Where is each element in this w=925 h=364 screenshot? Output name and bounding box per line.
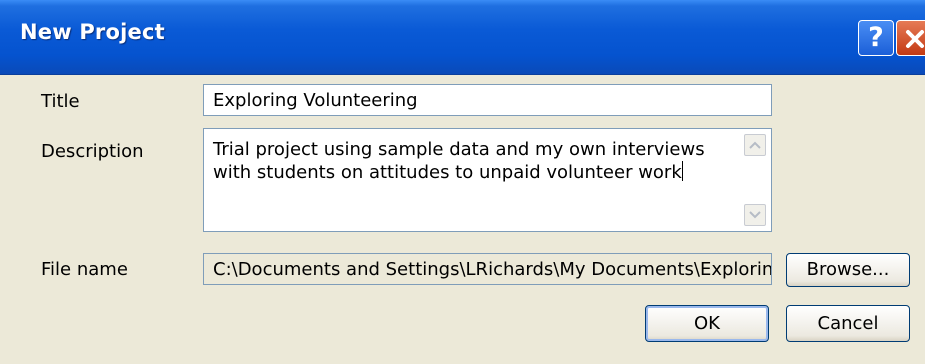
close-button[interactable] [896,20,925,56]
ok-button[interactable]: OK [645,305,769,342]
new-project-dialog: New Project ? Title Exploring Volunteeri… [0,0,925,364]
close-icon [906,30,924,48]
description-textarea[interactable]: Trial project using sample data and my o… [203,128,772,232]
description-scrollbar[interactable] [744,134,766,226]
chevron-down-icon [749,211,761,219]
title-label: Title [41,91,80,112]
description-value: Trial project using sample data and my o… [213,139,705,183]
dialog-title: New Project [20,20,165,44]
cancel-button[interactable]: Cancel [786,305,910,342]
chevron-up-icon [749,141,761,149]
title-input[interactable]: Exploring Volunteering [203,84,772,116]
browse-button[interactable]: Browse... [786,253,910,287]
file-name-field[interactable]: C:\Documents and Settings\LRichards\My D… [203,253,772,285]
scroll-down-button[interactable] [744,204,766,226]
file-name-label: File name [41,259,128,280]
text-caret [681,161,683,181]
description-label: Description [41,141,144,162]
title-input-value: Exploring Volunteering [213,90,418,111]
title-bar[interactable]: New Project ? [0,0,925,75]
file-name-value: C:\Documents and Settings\LRichards\My D… [213,259,772,280]
scroll-up-button[interactable] [744,134,766,156]
help-button[interactable]: ? [858,20,894,56]
description-text-wrapper: Trial project using sample data and my o… [213,138,733,184]
help-icon: ? [868,22,884,53]
